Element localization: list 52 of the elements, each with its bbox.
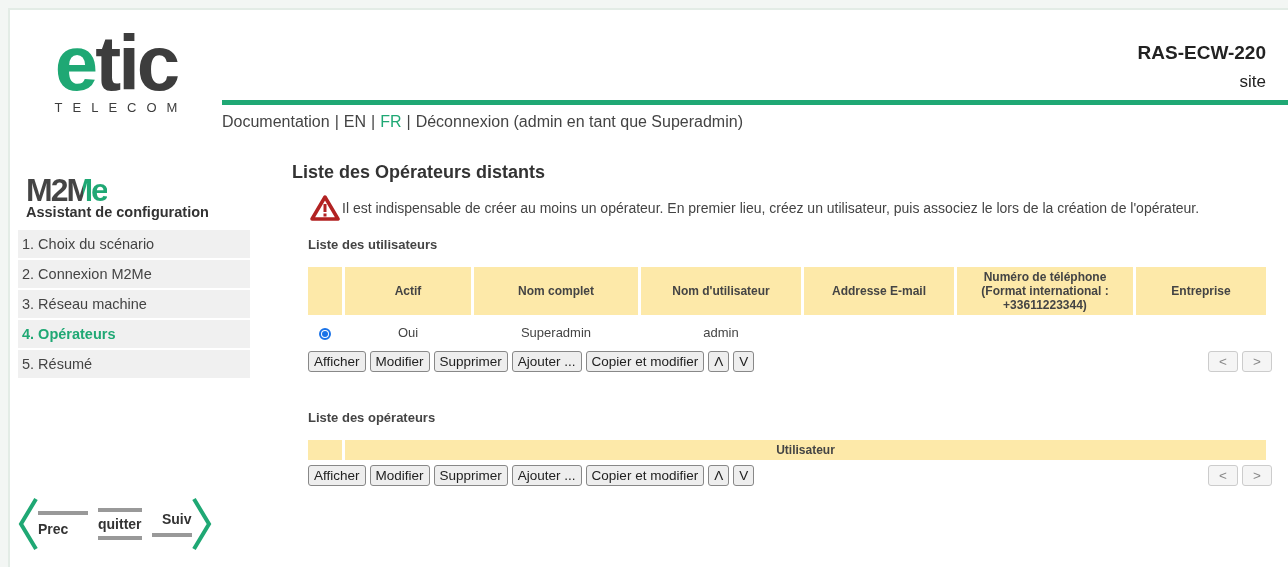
- table-cell-text: Superadmin: [519, 323, 593, 342]
- nav-separator: |: [334, 113, 339, 131]
- nav-separator: |: [371, 113, 376, 131]
- table-header-cell: Utilisateur: [345, 440, 1266, 460]
- action-button[interactable]: Λ: [708, 351, 730, 372]
- action-button[interactable]: Modifier: [369, 351, 430, 372]
- wizard-step[interactable]: 5. Résumé: [18, 350, 250, 378]
- table-header-cell: Entreprise: [1136, 267, 1266, 315]
- chevron-left-icon[interactable]: [18, 497, 38, 551]
- chevron-right-icon[interactable]: [191, 497, 212, 551]
- action-button[interactable]: Ajouter ...: [511, 351, 582, 372]
- action-button[interactable]: Afficher: [308, 465, 366, 486]
- table-cell-text: Oui: [396, 323, 420, 342]
- table-header-cell: [308, 267, 342, 315]
- table-cell-text: admin: [702, 323, 740, 342]
- wizard-step[interactable]: 1. Choix du scénario: [18, 230, 250, 258]
- nav-link[interactable]: EN: [343, 113, 366, 131]
- previous-button[interactable]: Prec: [38, 511, 88, 537]
- wizard-step[interactable]: 3. Réseau machine: [18, 290, 250, 318]
- table-header-cell: Nom complet: [474, 267, 638, 315]
- wizard-step[interactable]: 2. Connexion M2Me: [18, 260, 250, 288]
- action-button[interactable]: Supprimer: [433, 465, 508, 486]
- section-title: Liste des utilisateurs: [308, 237, 439, 252]
- action-button[interactable]: V: [733, 465, 755, 486]
- table-header-cell: [308, 440, 342, 460]
- nav-link[interactable]: Documentation: [222, 113, 330, 131]
- section-title: Liste des opérateurs: [308, 410, 437, 425]
- nav-link[interactable]: Déconnexion (admin en tant que Superadmin): [415, 113, 743, 131]
- action-button[interactable]: Λ: [708, 465, 730, 486]
- table-header-cell: Numéro de téléphone (Format international : +33611223344): [957, 267, 1133, 315]
- table-header-cell: Actif: [345, 267, 471, 315]
- brand-logo: M2Me: [26, 176, 107, 204]
- warning-icon: [310, 195, 340, 221]
- table-header-cell: Nom d'utilisateur: [641, 267, 801, 315]
- action-button[interactable]: Ajouter ...: [511, 465, 582, 486]
- sidebar-subtitle: Assistant de configuration: [26, 204, 210, 220]
- device-name: RAS-ECW-220: [1136, 42, 1267, 64]
- nav-separator: |: [406, 113, 411, 131]
- action-button[interactable]: Afficher: [308, 351, 366, 372]
- table-header-cell: Addresse E-mail: [804, 267, 954, 315]
- action-button[interactable]: Copier et modifier: [585, 465, 705, 486]
- company-logo: etic TELECOM: [53, 18, 189, 117]
- row-radio[interactable]: [319, 327, 331, 340]
- action-button[interactable]: V: [733, 351, 755, 372]
- quit-button[interactable]: quitter: [98, 508, 142, 540]
- site-name: site: [1238, 72, 1267, 92]
- page-title: Liste des Opérateurs distants: [292, 162, 547, 183]
- action-button[interactable]: Modifier: [369, 465, 430, 486]
- action-button[interactable]: Supprimer: [433, 351, 508, 372]
- warning-message: Il est indispensable de créer au moins un opérateur. En premier lieu, créez un utilisateur, puis associez le lors de la création de l'opérateur.: [342, 200, 1200, 216]
- action-button[interactable]: Copier et modifier: [585, 351, 705, 372]
- next-button[interactable]: Suiv: [151, 511, 192, 537]
